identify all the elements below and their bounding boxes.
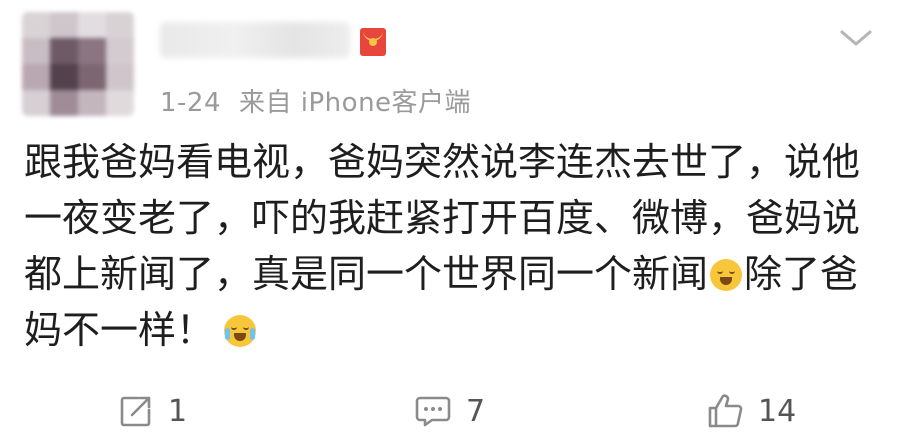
- action-bar: 1 7 14: [0, 386, 900, 436]
- post-content: 跟我爸妈看电视，爸妈突然说李连杰去世了，说他 一夜变老了，吓的我赶紧打开百度、微…: [24, 134, 874, 358]
- repost-button[interactable]: 1: [118, 386, 187, 436]
- crying-emoji-icon: [710, 259, 743, 291]
- post-meta: 1-24 来自 iPhone客户端: [160, 82, 471, 119]
- content-line: 妈不一样！: [24, 302, 874, 358]
- thumbs-up-icon: [706, 392, 744, 430]
- red-envelope-icon: [360, 28, 386, 56]
- post-source: 来自 iPhone客户端: [239, 88, 472, 118]
- comment-button[interactable]: 7: [414, 386, 485, 436]
- avatar[interactable]: [22, 12, 134, 116]
- comment-icon: [414, 393, 452, 429]
- content-text: 妈不一样！: [24, 308, 215, 352]
- comment-count: 7: [466, 393, 486, 429]
- post-timestamp: 1-24: [160, 88, 222, 118]
- like-count: 14: [758, 393, 797, 429]
- content-text: 除了爸: [744, 252, 859, 296]
- content-text: 都上新闻了，真是同一个世界同一个新闻: [24, 252, 709, 296]
- repost-count: 1: [168, 393, 188, 429]
- like-button[interactable]: 14: [706, 386, 796, 436]
- username-blurred[interactable]: [160, 22, 350, 58]
- laugh-crying-emoji-icon: [224, 315, 257, 347]
- repost-icon: [118, 393, 154, 429]
- weibo-post-card: 1-24 来自 iPhone客户端 跟我爸妈看电视，爸妈突然说李连杰去世了，说他 …: [0, 0, 900, 446]
- content-line: 一夜变老了，吓的我赶紧打开百度、微博，爸妈说: [24, 196, 861, 240]
- chevron-down-icon[interactable]: [838, 26, 874, 50]
- content-line: 跟我爸妈看电视，爸妈突然说李连杰去世了，说他: [24, 140, 861, 184]
- content-line: 都上新闻了，真是同一个世界同一个新闻 除了爸: [24, 246, 874, 302]
